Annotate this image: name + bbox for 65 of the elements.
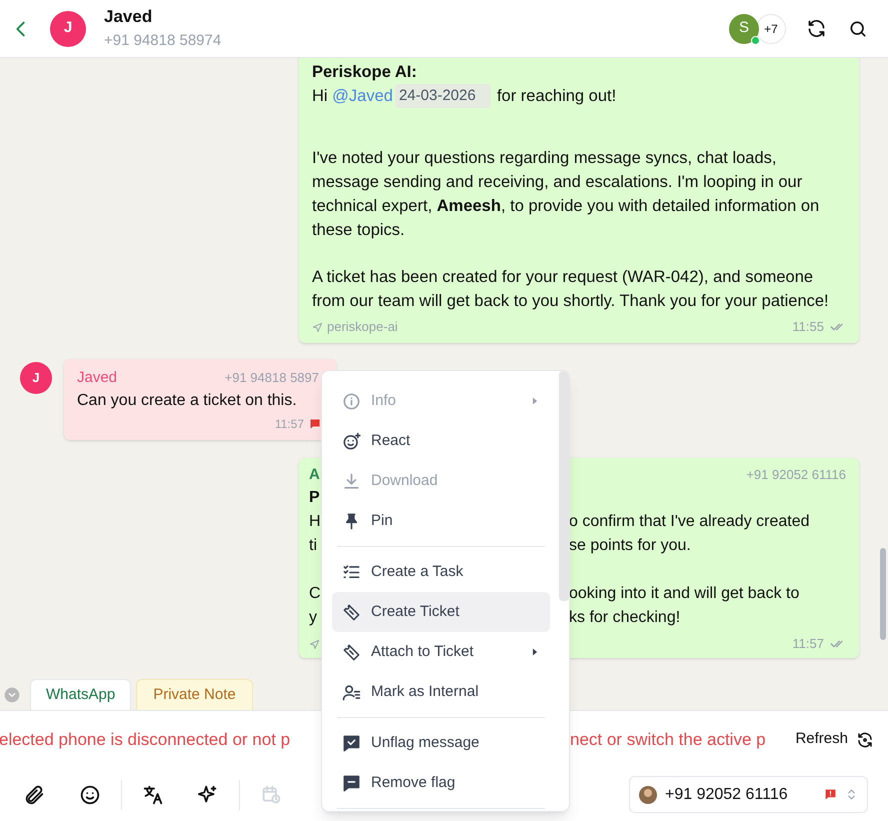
channel-tab[interactable]: Private Note: [136, 679, 253, 710]
message-text: Can you create a ticket on this.: [77, 391, 298, 411]
message-check-icon: [342, 734, 361, 752]
sender-name: A: [309, 465, 320, 485]
menu-item[interactable]: Pin: [332, 501, 550, 541]
menu-item[interactable]: Attach to Ticket: [332, 632, 550, 672]
message-time: 11:57: [792, 635, 824, 653]
menu-item[interactable]: Create a Task: [332, 552, 550, 592]
phone-number: +91 92052 61116: [665, 784, 788, 804]
smiley-plus-icon: [342, 432, 361, 450]
menu-item[interactable]: React: [332, 421, 550, 461]
sender-name: Periskope AI:: [312, 62, 418, 83]
message-text: ooking into it and will get back to: [569, 584, 800, 604]
refresh-button[interactable]: Refresh: [795, 728, 874, 751]
phone-selector[interactable]: +91 92052 61116: [629, 776, 868, 813]
member-avatar: S: [729, 14, 759, 44]
menu-item[interactable]: Mark as Internal: [332, 672, 550, 712]
menu-item[interactable]: Unflag message: [332, 723, 550, 763]
message-text: P: [309, 488, 321, 508]
menu-item[interactable]: Create Ticket: [332, 592, 550, 632]
emoji-icon[interactable]: [79, 784, 101, 806]
message-text: ks for checking!: [569, 608, 680, 628]
message-text: ti: [309, 536, 318, 556]
menu-item[interactable]: Remove flag: [332, 763, 550, 803]
channel-tab[interactable]: WhatsApp: [30, 679, 132, 710]
member-count[interactable]: +7: [756, 14, 786, 44]
message-text: o confirm that I've already created: [569, 512, 810, 532]
info-icon: [342, 392, 361, 410]
ticket-icon: [342, 602, 361, 622]
send-icon: [309, 638, 320, 650]
message-time: 11:57: [274, 416, 304, 433]
send-icon: [312, 322, 323, 332]
translate-icon[interactable]: [142, 784, 164, 806]
message-minus-icon: [342, 774, 361, 792]
sender-avatar: J: [20, 362, 52, 394]
sender-phone: +91 94818 5897: [224, 369, 319, 387]
sparkle-icon[interactable]: [197, 784, 219, 806]
contact-avatar: J: [50, 10, 86, 46]
message-text: C: [309, 584, 322, 604]
message-text: A ticket has been created for your request (WAR-042), and someone from our team will get back to you shortly. Thank you for your patience!: [312, 267, 830, 312]
sync-icon[interactable]: [806, 18, 827, 39]
warning-text: elected phone is disconnected or not p: [0, 728, 290, 751]
ticket-icon: [342, 642, 361, 662]
message-text: for reaching out!: [496, 86, 616, 107]
message-text: H: [309, 512, 322, 532]
search-icon[interactable]: [848, 18, 868, 38]
refresh-icon: [856, 730, 874, 748]
sender-tag: periskope-ai: [327, 317, 398, 337]
profile-avatar: [639, 786, 657, 804]
sender-name: Javed: [77, 368, 118, 388]
date-chip: 24-03-2026: [394, 84, 491, 108]
scrollbar-thumb[interactable]: [880, 548, 886, 640]
message-text: I've noted your questions regarding message syncs, chat loads, message sending and receiving, and escalations. I'm looping in our technical expert, Ameesh, to provide you with detailed information on these topics.: [312, 148, 820, 241]
warning-text: nect or switch the active p: [570, 728, 766, 751]
user-list-icon: [342, 682, 361, 702]
message-text: se points for you.: [569, 536, 691, 556]
contact-name: Javed: [104, 6, 154, 28]
message-time: 11:55: [792, 318, 824, 336]
message-text: Hi @Javed: [312, 86, 393, 107]
message-text: y: [309, 608, 318, 628]
paperclip-icon[interactable]: [23, 784, 45, 806]
sender-phone: +91 92052 61116: [746, 466, 846, 484]
download-icon: [342, 472, 361, 490]
contact-phone: +91 94818 58974: [104, 30, 222, 50]
scrollbar-thumb[interactable]: [559, 371, 569, 601]
